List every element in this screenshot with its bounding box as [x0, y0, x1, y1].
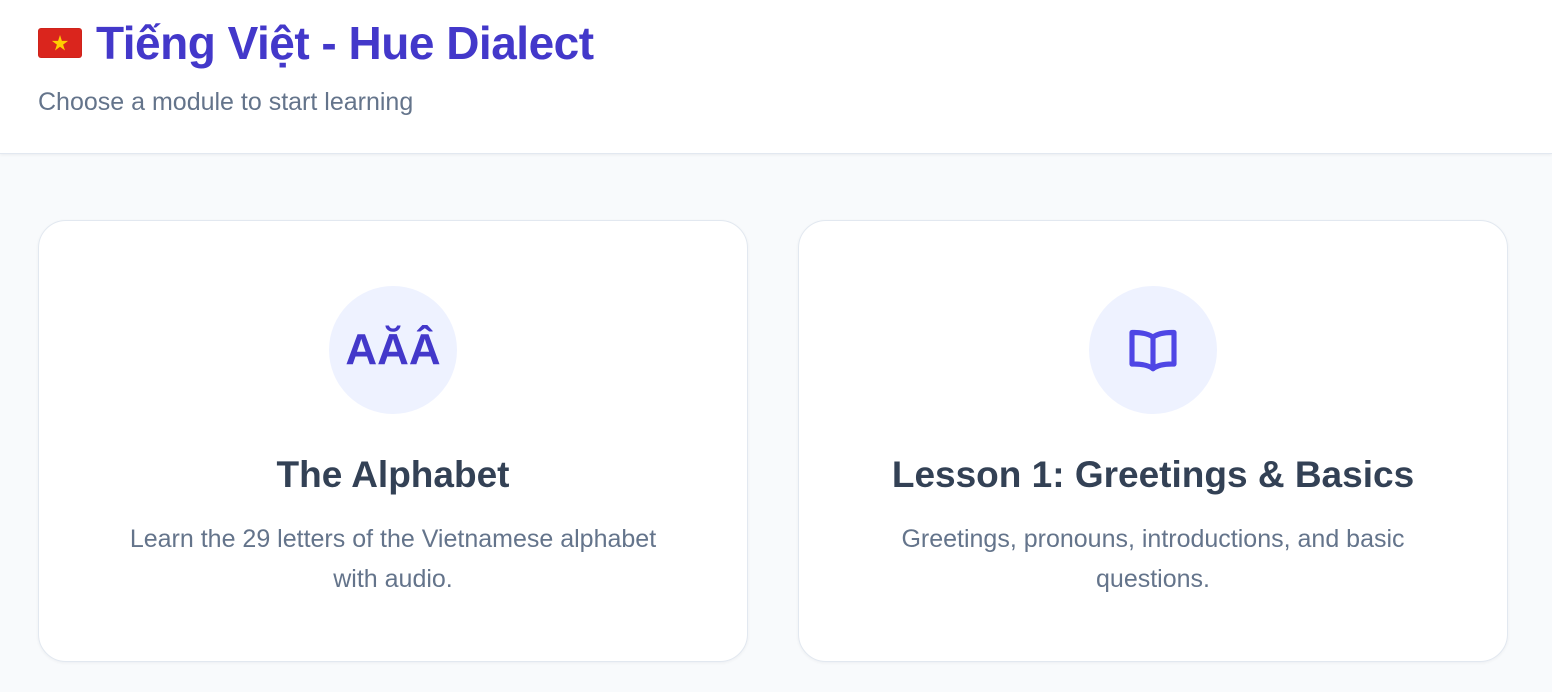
- alphabet-icon-text: AĂÂ: [345, 325, 441, 374]
- lesson-icon-circle: [1089, 286, 1217, 414]
- alphabet-icon: AĂÂ: [329, 286, 457, 414]
- module-title: The Alphabet: [276, 454, 510, 495]
- title-row: Tiếng Việt - Hue Dialect: [38, 14, 594, 72]
- module-description: Greetings, pronouns, introductions, and …: [901, 525, 1405, 593]
- book-open-icon: [1129, 329, 1177, 372]
- module-title: Lesson 1: Greetings & Basics: [891, 454, 1415, 495]
- page-title: Tiếng Việt - Hue Dialect: [96, 17, 594, 69]
- vietnam-flag-icon: [38, 28, 82, 58]
- module-description: Learn the 29 letters of the Vietnamese a…: [129, 525, 657, 593]
- module-card-alphabet[interactable]: AĂÂ The Alphabet Learn the 29 letters of…: [38, 220, 748, 662]
- page-subtitle: Choose a module to start learning: [38, 88, 414, 116]
- app-header: Tiếng Việt - Hue Dialect Choose a module…: [0, 0, 1552, 154]
- module-card-lesson-1[interactable]: Lesson 1: Greetings & Basics Greetings, …: [798, 220, 1508, 662]
